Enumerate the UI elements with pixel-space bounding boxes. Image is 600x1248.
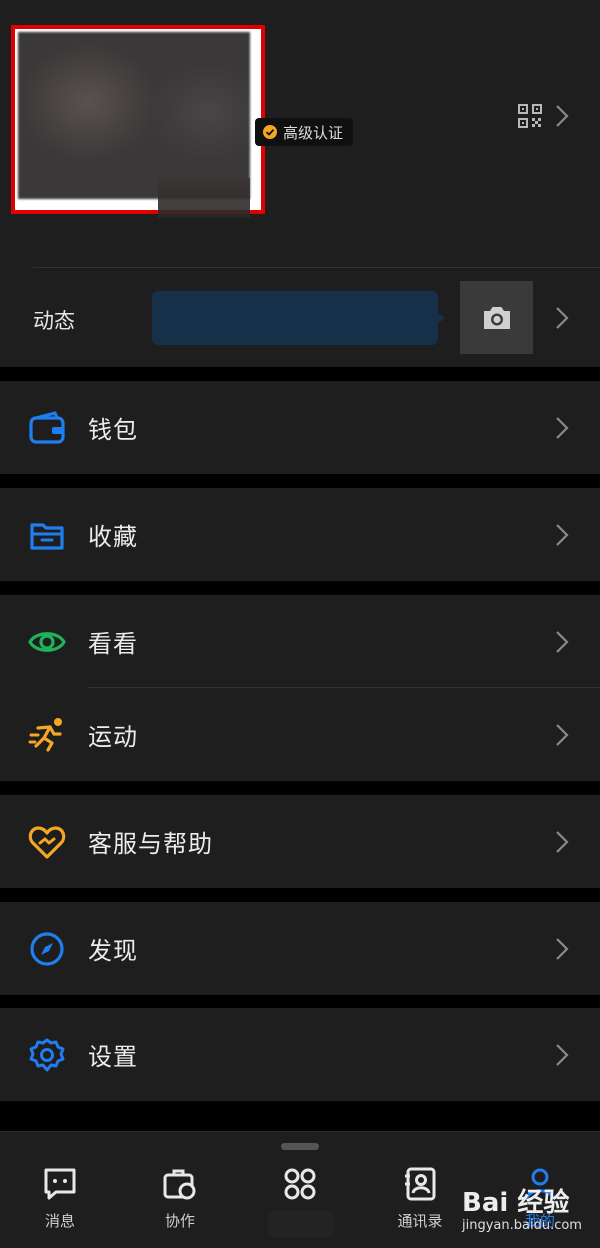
menu-item-settings[interactable]: 设置 bbox=[0, 1008, 600, 1101]
menu-card-watch-sports: 看看 运动 bbox=[0, 595, 600, 781]
compass-icon bbox=[30, 931, 64, 966]
menu-card-help: 客服与帮助 bbox=[0, 795, 600, 888]
camera-button[interactable] bbox=[460, 281, 533, 354]
qr-code-icon[interactable] bbox=[518, 104, 542, 128]
chevron-right-icon bbox=[556, 723, 569, 746]
cowork-icon bbox=[163, 1169, 196, 1200]
chevron-right-icon bbox=[556, 523, 569, 546]
menu-item-help[interactable]: 客服与帮助 bbox=[0, 795, 600, 888]
nav-cowork[interactable]: 协作 bbox=[140, 1166, 220, 1231]
menu-label: 客服与帮助 bbox=[88, 830, 213, 858]
apps-grid-icon bbox=[284, 1168, 316, 1200]
message-icon bbox=[44, 1168, 76, 1200]
chevron-right-icon[interactable] bbox=[555, 104, 569, 128]
menu-card-favorites: 收藏 bbox=[0, 488, 600, 581]
moments-preview-bubble[interactable] bbox=[152, 291, 438, 345]
menu-label: 收藏 bbox=[88, 523, 138, 551]
menu-card-discover: 发现 bbox=[0, 902, 600, 995]
nav-apps[interactable] bbox=[260, 1166, 340, 1210]
bubble-tail bbox=[436, 311, 445, 325]
menu-item-discover[interactable]: 发现 bbox=[0, 902, 600, 995]
menu-label: 设置 bbox=[88, 1043, 138, 1071]
menu-item-sports[interactable]: 运动 bbox=[0, 688, 600, 781]
watermark: Bai 经验 bbox=[462, 1188, 570, 1218]
menu-item-wallet[interactable]: 钱包 bbox=[0, 381, 600, 474]
running-icon bbox=[28, 717, 62, 752]
wallet-icon bbox=[29, 410, 65, 444]
chevron-right-icon bbox=[556, 416, 569, 439]
certification-badge[interactable]: 高级认证 bbox=[255, 118, 354, 146]
nav-center-highlight bbox=[268, 1211, 334, 1237]
menu-label: 运动 bbox=[88, 723, 138, 751]
nav-messages[interactable]: 消息 bbox=[20, 1166, 100, 1231]
menu-card-settings: 设置 bbox=[0, 1008, 600, 1101]
heart-help-icon bbox=[28, 825, 66, 859]
avatar[interactable] bbox=[18, 32, 250, 199]
drag-handle[interactable] bbox=[281, 1143, 319, 1150]
camera-icon bbox=[483, 306, 510, 329]
gear-icon bbox=[29, 1038, 65, 1071]
folder-icon bbox=[30, 522, 64, 550]
nav-contacts[interactable]: 通讯录 bbox=[380, 1166, 460, 1231]
eye-icon bbox=[28, 631, 66, 652]
contacts-icon bbox=[405, 1167, 436, 1201]
divider bbox=[33, 267, 600, 268]
chevron-right-icon[interactable] bbox=[555, 306, 569, 330]
nav-label: 通讯录 bbox=[397, 1212, 443, 1230]
menu-label: 看看 bbox=[88, 630, 138, 658]
nav-label: 消息 bbox=[44, 1212, 75, 1230]
nav-label: 协作 bbox=[164, 1212, 195, 1230]
menu-item-favorites[interactable]: 收藏 bbox=[0, 488, 600, 581]
chevron-right-icon bbox=[556, 630, 569, 653]
chevron-right-icon bbox=[556, 937, 569, 960]
menu-card-wallet: 钱包 bbox=[0, 381, 600, 474]
menu-label: 钱包 bbox=[88, 416, 138, 444]
badge-label: 高级认证 bbox=[283, 123, 344, 142]
chevron-right-icon bbox=[556, 830, 569, 853]
watermark-url: jingyan.baidu.com bbox=[462, 1218, 582, 1233]
menu-item-watch[interactable]: 看看 bbox=[0, 595, 600, 688]
menu-label: 发现 bbox=[88, 937, 138, 965]
verified-icon bbox=[263, 125, 277, 139]
chevron-right-icon bbox=[556, 1043, 569, 1066]
moments-label[interactable]: 动态 bbox=[33, 305, 75, 335]
blurred-name bbox=[158, 178, 250, 218]
